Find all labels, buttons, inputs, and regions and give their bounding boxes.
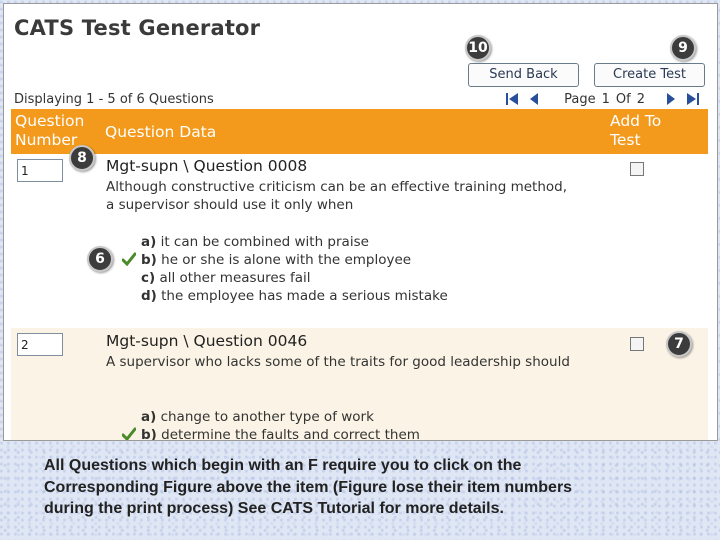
answer-letter: a) — [141, 234, 157, 250]
answer-option: b) he or she is alone with the employee — [122, 251, 448, 269]
page-label: Page — [564, 91, 596, 107]
answer-letter: c) — [141, 270, 156, 286]
displaying-range: 1 - 5 — [86, 92, 116, 107]
question-text: A supervisor who lacks some of the trait… — [106, 354, 570, 370]
displaying-of: of — [119, 92, 133, 107]
question-title: Mgt-supn \ Question 0008 — [106, 157, 308, 175]
send-back-button[interactable]: Send Back — [468, 63, 579, 87]
answer-text: determine the faults and correct them — [161, 427, 420, 441]
displaying-suffix: Questions — [148, 92, 214, 107]
question-table-header: Question Number Question Data Add To Tes… — [11, 109, 708, 154]
answer-text: the employee has made a serious mistake — [161, 288, 448, 304]
header-add-to-test: Add To Test — [610, 112, 662, 149]
header-question-data: Question Data — [105, 123, 217, 141]
answer-letter: b) — [141, 427, 157, 441]
check-icon — [122, 252, 136, 266]
answer-text: change to another type of work — [160, 409, 374, 425]
callout-badge-10: 10 — [465, 35, 491, 61]
first-page-icon[interactable] — [504, 91, 520, 107]
callout-badge-6: 6 — [87, 246, 113, 272]
answer-list: a) change to another type of work b) det… — [122, 408, 420, 441]
question-row: 1 Mgt-supn \ Question 0008 Although cons… — [11, 154, 708, 328]
add-to-test-checkbox[interactable] — [630, 337, 644, 351]
callout-badge-7: 7 — [666, 331, 692, 357]
page-current: 1 — [601, 91, 610, 107]
page-total: 2 — [636, 91, 645, 107]
next-page-icon[interactable] — [663, 91, 679, 107]
displaying-status: Displaying 1 - 5 of 6 Questions — [14, 92, 214, 107]
answer-letter: b) — [141, 252, 157, 268]
answer-option: a) change to another type of work — [141, 408, 420, 426]
app-window: CATS Test Generator Send Back Create Tes… — [3, 3, 718, 441]
answer-list: a) it can be combined with praise b) he … — [122, 233, 448, 305]
answer-text: it can be combined with praise — [160, 234, 369, 250]
answer-option: d) the employee has made a serious mista… — [141, 287, 448, 305]
create-test-button[interactable]: Create Test — [594, 63, 705, 87]
callout-badge-8: 8 — [69, 145, 95, 171]
answer-text: all other measures fail — [159, 270, 311, 286]
last-page-icon[interactable] — [685, 91, 701, 107]
displaying-count: 6 — [136, 92, 145, 107]
add-to-test-checkbox[interactable] — [630, 162, 644, 176]
prev-page-icon[interactable] — [526, 91, 542, 107]
answer-letter: d) — [141, 288, 157, 304]
tutorial-caption: All Questions which begin with an F requ… — [44, 457, 573, 517]
displaying-prefix: Displaying — [14, 92, 83, 107]
question-text: Although constructive criticism can be a… — [106, 179, 568, 213]
pager: Page 1 Of 2 — [504, 90, 701, 108]
callout-badge-9: 9 — [670, 35, 696, 61]
question-row: 2 Mgt-supn \ Question 0046 A supervisor … — [11, 328, 708, 441]
answer-letter: a) — [141, 409, 157, 425]
answer-text: he or she is alone with the employee — [161, 252, 412, 268]
question-title: Mgt-supn \ Question 0046 — [106, 332, 308, 350]
question-number-field[interactable]: 1 — [17, 159, 63, 182]
answer-option: b) determine the faults and correct them — [122, 426, 420, 441]
answer-option: c) all other measures fail — [141, 269, 448, 287]
page-of-label: Of — [615, 91, 631, 107]
app-title: CATS Test Generator — [14, 16, 261, 40]
question-number-field[interactable]: 2 — [17, 333, 63, 356]
check-icon — [122, 427, 136, 440]
answer-option: a) it can be combined with praise — [141, 233, 448, 251]
